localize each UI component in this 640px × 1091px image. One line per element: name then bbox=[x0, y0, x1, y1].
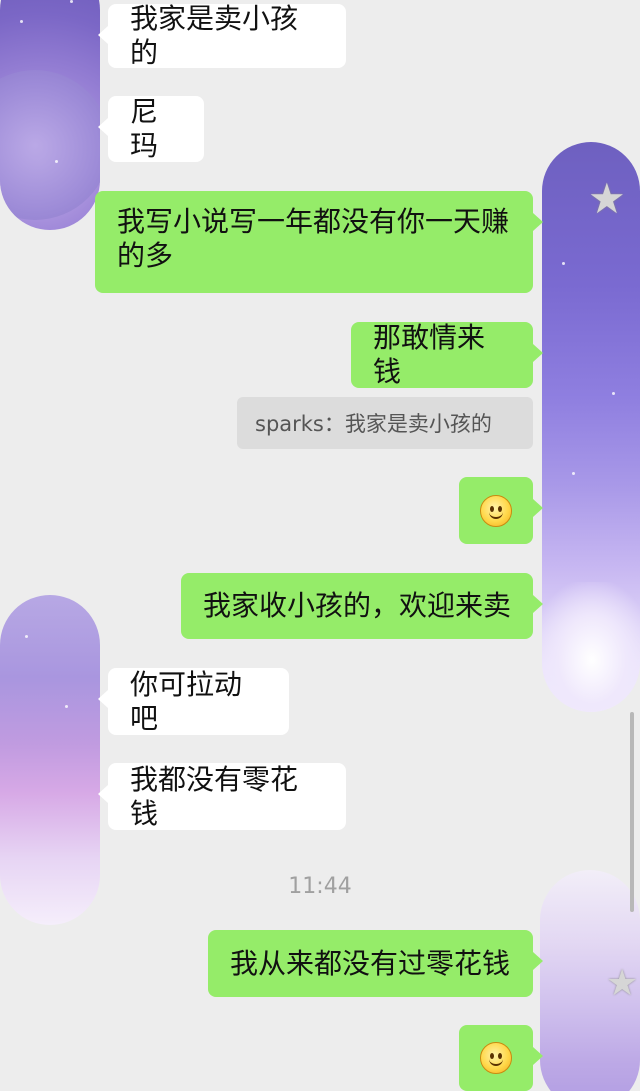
message-bubble-outgoing[interactable] bbox=[459, 1025, 543, 1091]
message-text: 我家收小孩的，欢迎来卖 bbox=[203, 589, 512, 622]
message-bubble-incoming[interactable]: 尼玛 bbox=[98, 95, 204, 162]
message-bubble-incoming[interactable]: 我家是卖小孩的 bbox=[98, 2, 346, 69]
star-icon: ★ bbox=[588, 174, 626, 223]
sparkle-decoration bbox=[612, 392, 615, 395]
scrollbar[interactable] bbox=[630, 712, 634, 912]
sparkle-decoration bbox=[572, 472, 575, 475]
sparkle-decoration bbox=[55, 160, 58, 163]
message-text: 尼玛 bbox=[130, 95, 159, 162]
message-text: 我都没有零花钱 bbox=[130, 762, 299, 830]
quoted-message[interactable]: sparks：我家是卖小孩的 bbox=[237, 397, 533, 449]
smile-emoji-icon bbox=[480, 494, 512, 527]
message-bubble-outgoing[interactable]: 我写小说写一年都没有你一天赚 的多 bbox=[95, 191, 543, 293]
smile-emoji-icon bbox=[480, 1042, 512, 1074]
message-bubble-outgoing[interactable] bbox=[459, 477, 543, 544]
message-bubble-incoming[interactable]: 我都没有零花钱 bbox=[98, 762, 346, 830]
sparkle-decoration bbox=[65, 705, 68, 708]
sparkle-decoration bbox=[25, 635, 28, 638]
my-avatar[interactable]: ★ bbox=[540, 870, 640, 1091]
message-text: 你可拉动吧 bbox=[130, 667, 243, 735]
message-text: 我从来都没有过零花钱 bbox=[230, 946, 511, 980]
message-bubble-outgoing[interactable]: 那敢情来钱 bbox=[351, 321, 543, 388]
message-bubble-incoming[interactable]: 你可拉动吧 bbox=[98, 667, 289, 735]
message-bubble-outgoing[interactable]: 我家收小孩的，欢迎来卖 bbox=[181, 573, 543, 639]
message-text: 我家是卖小孩的 bbox=[130, 2, 299, 69]
contact-avatar[interactable] bbox=[0, 0, 100, 230]
message-text: 我写小说写一年都没有你一天赚 bbox=[117, 205, 510, 238]
chat-window: ★ ★ 我家是卖小孩的 尼玛 我写小说写一年都没有你一天赚 的多 那敢情来钱 s… bbox=[0, 0, 640, 1091]
message-bubble-outgoing[interactable]: 我从来都没有过零花钱 bbox=[208, 930, 543, 997]
message-text: 那敢情来钱 bbox=[373, 321, 486, 388]
my-avatar[interactable]: ★ bbox=[542, 142, 640, 712]
star-icon: ★ bbox=[606, 963, 639, 1004]
sparkle-decoration bbox=[70, 0, 73, 3]
sparkle-decoration bbox=[562, 262, 565, 265]
message-text: 的多 bbox=[117, 239, 174, 272]
sparkle-decoration bbox=[20, 20, 23, 23]
message-timestamp: 11:44 bbox=[288, 874, 352, 899]
quote-text: sparks：我家是卖小孩的 bbox=[255, 412, 492, 436]
